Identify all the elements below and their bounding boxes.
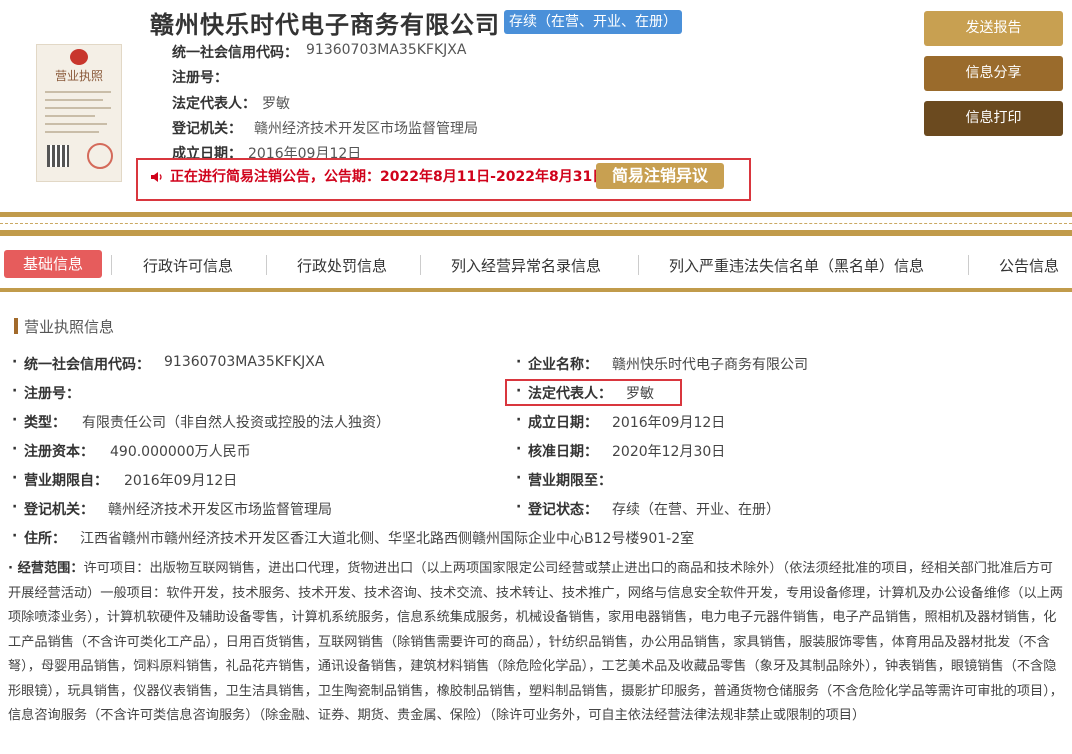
address-label: 住所： <box>24 531 66 547</box>
header-dashed-divider <box>0 223 1072 224</box>
field-label: 成立日期： <box>528 415 598 431</box>
field-value: 490.000000万人民币 <box>110 444 251 460</box>
header-credit-code-value: 91360703MA35KFKJXA <box>306 42 467 58</box>
business-scope-label: 经营范围： <box>17 561 84 576</box>
header-legal-rep-value: 罗敏 <box>262 96 290 112</box>
header-authority-value: 赣州经济技术开发区市场监督管理局 <box>254 121 478 137</box>
tab-basic-info[interactable]: 基础信息 <box>4 250 102 278</box>
tab-announcements[interactable]: 公告信息 <box>999 255 1059 276</box>
deregistration-notice-text: 正在进行简易注销公告，公告期：2022年8月11日-2022年8月31日 <box>170 169 607 185</box>
header-authority-label: 登记机关： <box>172 121 242 137</box>
national-emblem-icon <box>70 49 88 65</box>
field-label: 营业期限至： <box>528 473 612 489</box>
field-value: 2020年12月30日 <box>612 444 726 460</box>
field-value: 罗敏 <box>626 386 654 402</box>
field-label: 登记状态： <box>528 502 598 518</box>
tabs-bottom-divider <box>0 288 1072 292</box>
field-label: 核准日期： <box>528 444 598 460</box>
qr-code-icon <box>47 145 69 167</box>
section-title: 营业执照信息 <box>24 318 115 336</box>
field-value: 91360703MA35KFKJXA <box>164 354 325 370</box>
field-label: 统一社会信用代码： <box>24 357 150 373</box>
field-label: 营业期限自： <box>24 473 108 489</box>
tab-abnormal-list[interactable]: 列入经营异常名录信息 <box>451 255 601 276</box>
tab-blacklist[interactable]: 列入严重违法失信名单（黑名单）信息 <box>669 255 924 276</box>
header-reg-no-label: 注册号： <box>172 70 228 86</box>
field-value: 存续（在营、开业、在册） <box>612 502 780 518</box>
field-value: 赣州快乐时代电子商务有限公司 <box>612 357 808 373</box>
business-scope-value: 许可项目：出版物互联网销售，进出口代理，货物进出口（以上两项国家限定公司经营或禁… <box>8 561 1063 723</box>
tab-admin-license[interactable]: 行政许可信息 <box>143 255 233 276</box>
field-value: 有限责任公司（非自然人投资或控股的法人独资） <box>82 415 390 431</box>
header-credit-code-label: 统一社会信用代码： <box>172 45 298 61</box>
tabs-top-divider <box>0 230 1072 236</box>
business-scope: · 经营范围：许可项目：出版物互联网销售，进出口代理，货物进出口（以上两项国家限… <box>8 561 1063 723</box>
company-name: 赣州快乐时代电子商务有限公司 <box>150 11 500 39</box>
field-label: 类型： <box>24 415 66 431</box>
speaker-icon <box>151 172 162 182</box>
field-value: 2016年09月12日 <box>124 473 238 489</box>
license-image-title: 营业执照 <box>54 69 103 83</box>
header-divider <box>0 212 1072 217</box>
field-label: 注册资本： <box>24 444 94 460</box>
field-label: 登记机关： <box>24 502 94 518</box>
field-label: 企业名称： <box>528 357 598 373</box>
share-info-button[interactable]: 信息分享 <box>924 56 1063 91</box>
field-value: 2016年09月12日 <box>612 415 726 431</box>
print-info-button[interactable]: 信息打印 <box>924 101 1063 136</box>
tab-admin-penalty[interactable]: 行政处罚信息 <box>297 255 387 276</box>
field-label: 法定代表人： <box>528 386 612 402</box>
section-marker <box>14 318 18 334</box>
address-value: 江西省赣州市赣州经济技术开发区香江大道北侧、华坚北路西侧赣州国际企业中心B12号… <box>80 531 695 547</box>
official-seal-icon <box>87 143 113 169</box>
field-label: 注册号： <box>24 386 80 402</box>
header-legal-rep-label: 法定代表人： <box>172 96 256 112</box>
send-report-button[interactable]: 发送报告 <box>924 11 1063 46</box>
field-value: 赣州经济技术开发区市场监督管理局 <box>108 502 332 518</box>
business-license-image: 营业执照 <box>36 44 122 182</box>
status-badge: 存续（在营、开业、在册） <box>504 10 682 34</box>
deregistration-objection-button[interactable]: 简易注销异议 <box>596 163 724 189</box>
